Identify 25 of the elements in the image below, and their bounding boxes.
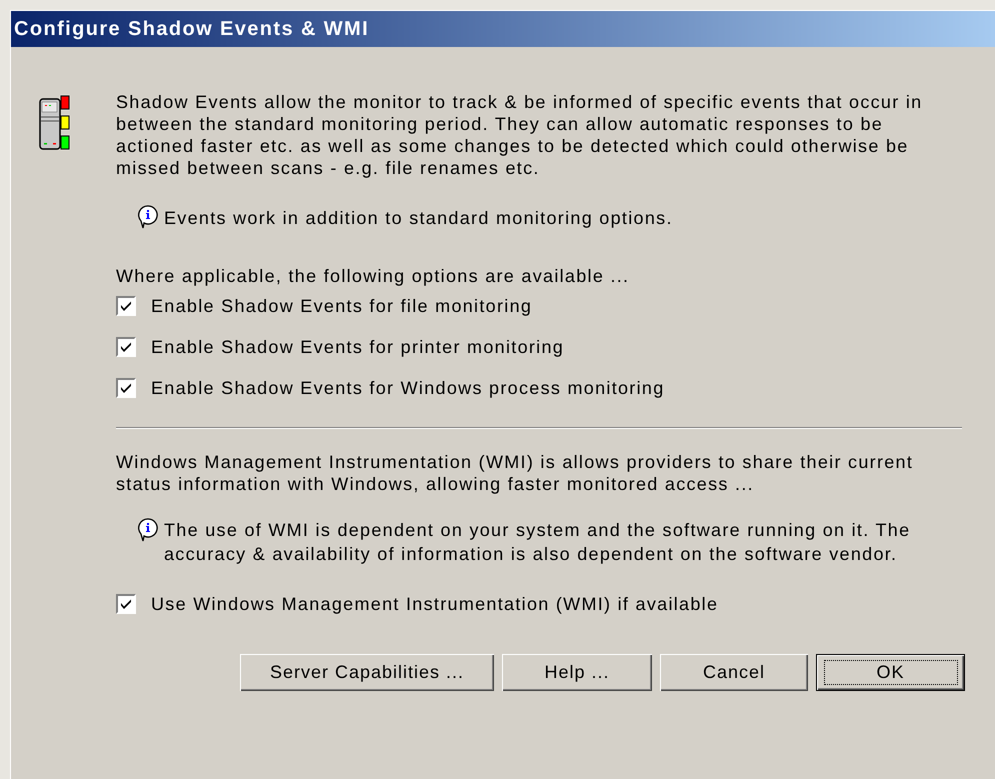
check-icon (120, 300, 132, 312)
check-icon (120, 598, 132, 610)
info-note: Events work in addition to standard monitoring options. (164, 207, 673, 229)
checkbox[interactable] (116, 337, 136, 357)
checkbox[interactable] (116, 378, 136, 398)
check-icon (120, 341, 132, 353)
checkbox-label[interactable]: Enable Shadow Events for file monitoring (151, 295, 532, 317)
checkbox-label[interactable]: Enable Shadow Events for printer monitoring (151, 336, 564, 358)
intro-paragraph: Shadow Events allow the monitor to track & be informed of specific events that occur in between the standard monitoring period. They can allow automatic responses to be actioned faster etc. as well as some changes to be detected which could otherwise be missed between scans - e.g. file renames etc. (116, 91, 924, 179)
info-note: The use of WMI is dependent on your system and the software running on it. The accuracy & availability of information is also dependent on the software vendor. (164, 519, 912, 566)
window-title: Configure Shadow Events & WMI (14, 17, 370, 42)
server-status-icon (39, 95, 70, 153)
dialog-button[interactable]: OK (816, 654, 965, 691)
checkbox-label[interactable]: Use Windows Management Instrumentation (WMI) if available (151, 593, 718, 615)
dialog-button[interactable]: Cancel (660, 654, 808, 691)
info-icon (138, 518, 158, 542)
checkbox[interactable] (116, 594, 136, 614)
check-icon (120, 382, 132, 394)
info-icon (138, 205, 158, 229)
options-heading: Where applicable, the following options are available ... (116, 265, 630, 287)
checkbox[interactable] (116, 296, 136, 316)
wmi-paragraph: Windows Management Instrumentation (WMI) is allows providers to share their current status information with Windows, allowing faster monitored access ... (116, 451, 914, 495)
checkbox-label[interactable]: Enable Shadow Events for Windows process monitoring (151, 377, 665, 399)
dialog-button[interactable]: Server Capabilities ... (240, 654, 494, 691)
dialog-button[interactable]: Help ... (502, 654, 652, 691)
